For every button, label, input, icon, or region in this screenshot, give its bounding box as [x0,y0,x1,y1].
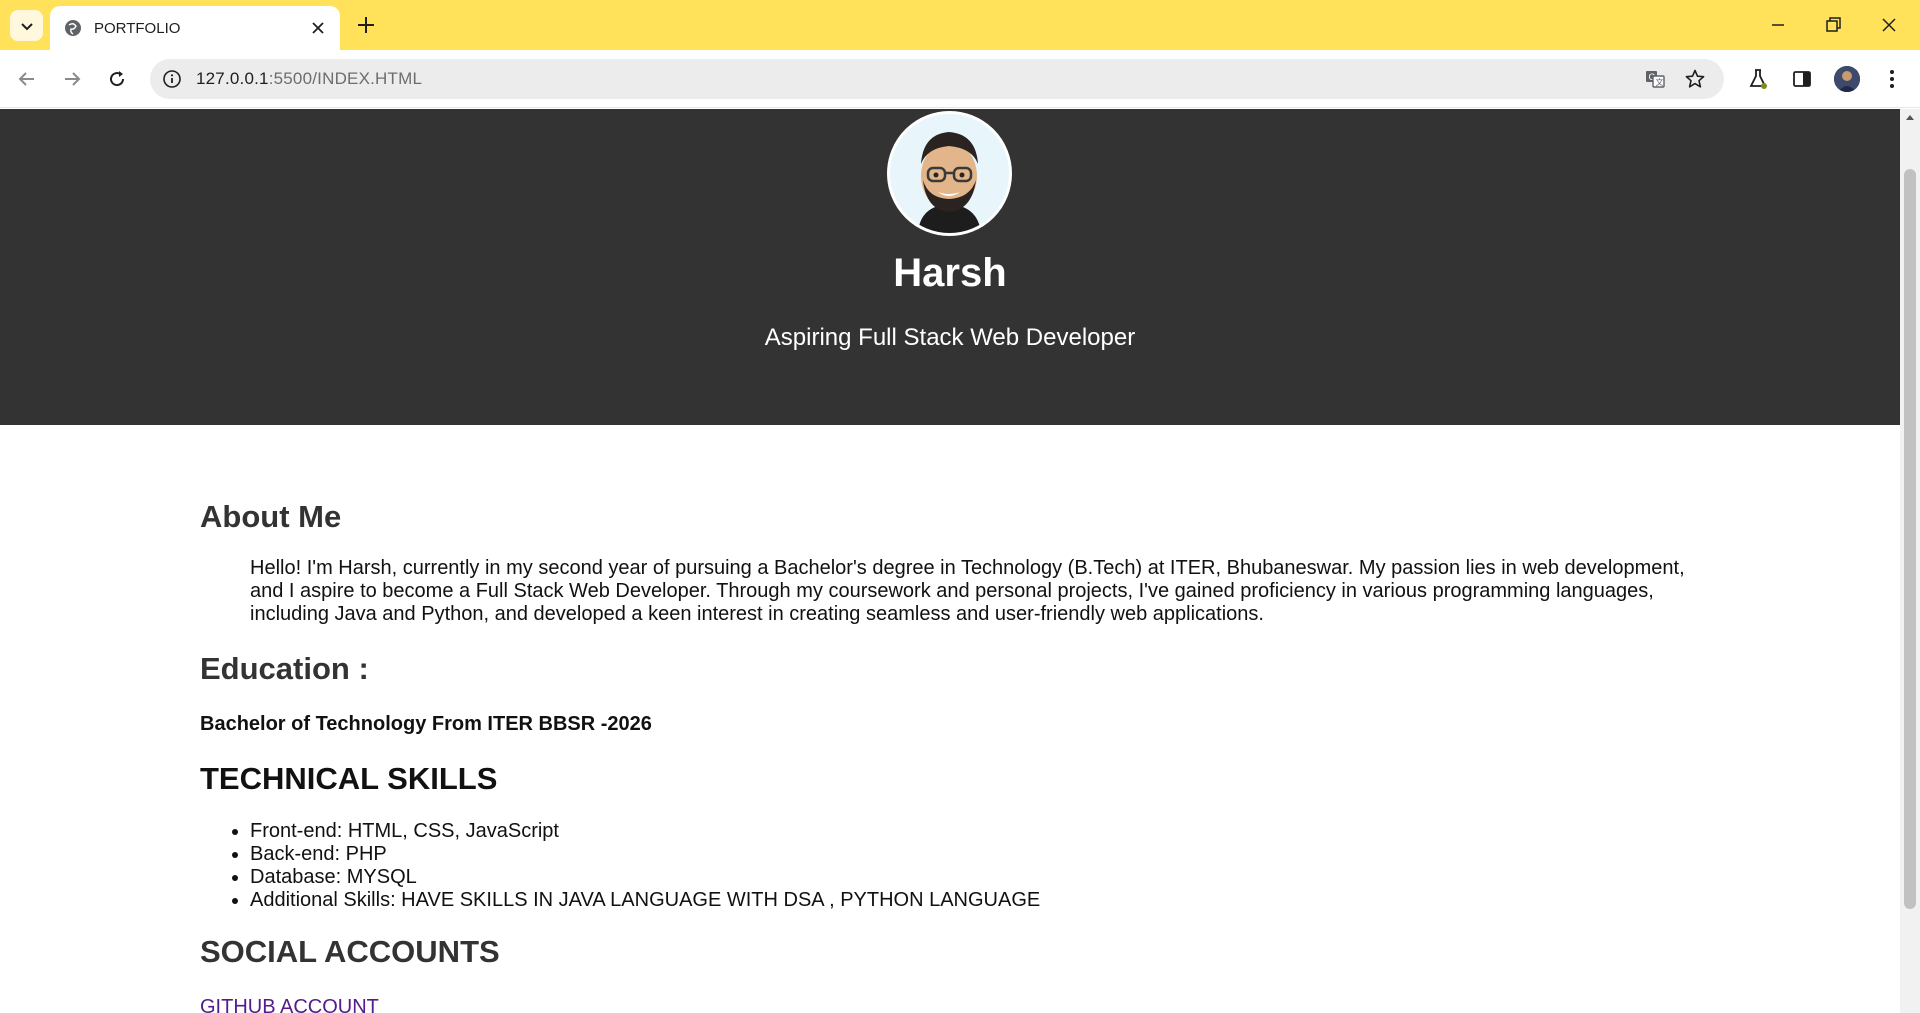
skills-heading: TECHNICAL SKILLS [200,761,498,796]
flask-icon[interactable] [1746,67,1770,91]
scroll-up-icon[interactable] [1906,115,1914,120]
svg-text:文: 文 [1656,77,1664,87]
social-heading: SOCIAL ACCOUNTS [200,934,500,969]
translate-icon[interactable]: G文 [1644,68,1666,90]
tab-title: PORTFOLIO [94,19,181,37]
close-window-icon[interactable] [1877,13,1901,37]
url-host: 127.0.0.1 [196,69,269,88]
profile-avatar[interactable] [1834,66,1860,92]
url-path: :5500/INDEX.HTML [268,69,423,88]
github-link[interactable]: GITHUB ACCOUNT [200,996,379,1013]
star-icon[interactable] [1684,68,1706,90]
hero-header: Harsh Aspiring Full Stack Web Developer [0,109,1900,425]
memoji-avatar-icon [890,114,1009,233]
info-icon[interactable] [162,69,182,89]
page-scrollbar[interactable] [1900,109,1920,1013]
forward-arrow-icon[interactable] [60,67,84,91]
kebab-menu-icon[interactable] [1880,67,1904,91]
address-bar[interactable]: 127.0.0.1:5500/INDEX.HTML G文 [150,59,1724,99]
chevron-down-icon [20,22,33,30]
tab-bar: PORTFOLIO [0,0,1920,50]
back-arrow-icon[interactable] [15,67,39,91]
skill-item-backend: Back-end: PHP [250,843,1040,866]
browser-tab[interactable]: PORTFOLIO [50,6,340,50]
reload-icon[interactable] [105,67,129,91]
restore-icon[interactable] [1821,13,1845,37]
education-heading: Education : [200,651,369,686]
skill-item-additional: Additional Skills: HAVE SKILLS IN JAVA L… [250,889,1040,912]
browser-toolbar: 127.0.0.1:5500/INDEX.HTML G文 [0,50,1920,108]
page-viewport: Harsh Aspiring Full Stack Web Developer … [0,109,1900,1013]
user-avatar-icon [1834,66,1860,92]
skills-list: Front-end: HTML, CSS, JavaScript Back-en… [250,820,1040,912]
globe-icon [65,20,81,36]
url-text[interactable]: 127.0.0.1:5500/INDEX.HTML [196,69,422,89]
tab-search-button[interactable] [10,10,43,41]
profile-picture [887,111,1012,236]
scrollbar-thumb[interactable] [1904,169,1916,909]
minimize-icon[interactable] [1766,13,1790,37]
close-icon[interactable] [308,18,328,38]
profile-name: Harsh [893,251,1007,295]
about-heading: About Me [200,499,342,534]
plus-icon[interactable] [354,13,378,37]
profile-tagline: Aspiring Full Stack Web Developer [764,324,1136,351]
skill-item-frontend: Front-end: HTML, CSS, JavaScript [250,820,1040,843]
skill-item-database: Database: MYSQL [250,866,1040,889]
side-panel-icon[interactable] [1790,67,1814,91]
education-entry: Bachelor of Technology From ITER BBSR -2… [200,713,652,735]
about-paragraph: Hello! I'm Harsh, currently in my second… [250,557,1685,625]
